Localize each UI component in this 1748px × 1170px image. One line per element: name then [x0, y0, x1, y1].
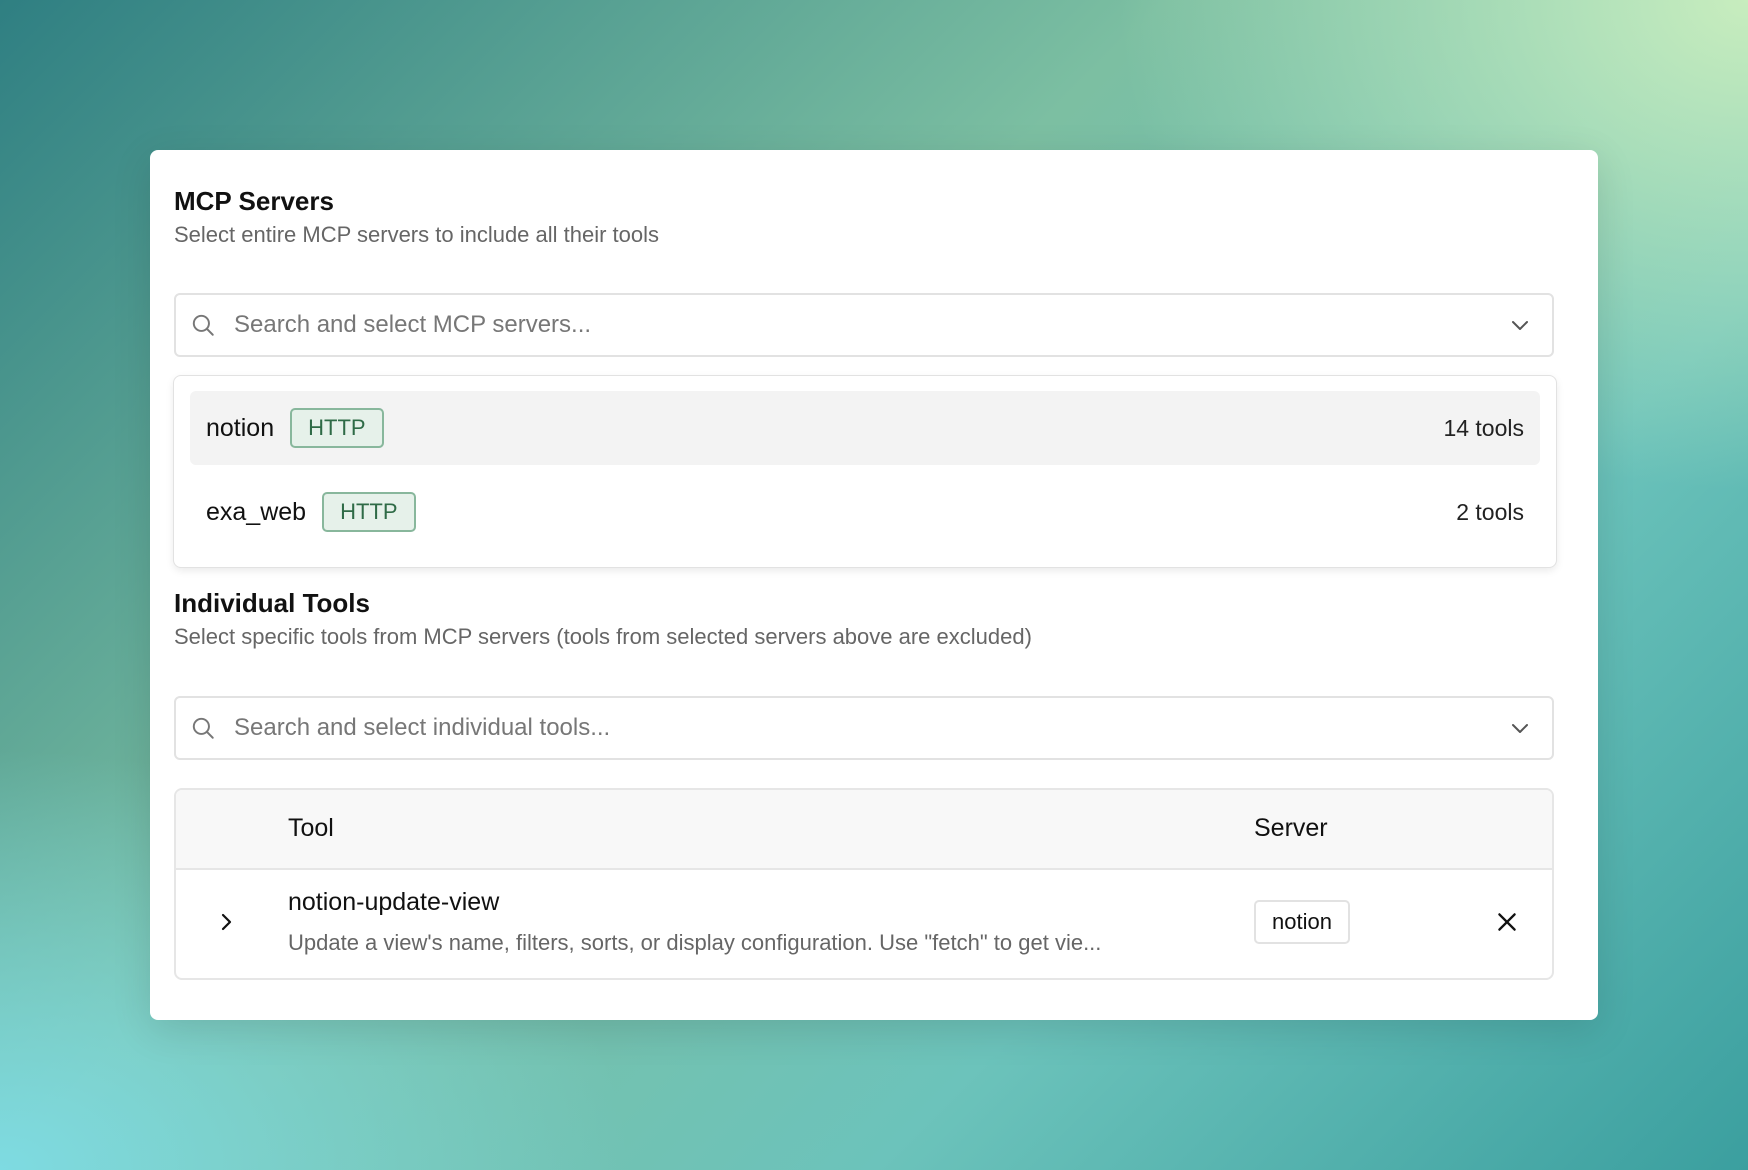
server-option-name: exa_web	[206, 497, 307, 526]
server-option-name: notion	[206, 413, 275, 442]
tool-count: 14 tools	[1443, 414, 1524, 441]
close-icon[interactable]	[1494, 909, 1520, 935]
column-header-tool: Tool	[288, 814, 334, 842]
mcp-servers-description: Select entire MCP servers to include all…	[174, 222, 660, 247]
search-icon	[192, 717, 214, 739]
mcp-servers-search-input[interactable]	[232, 310, 1508, 340]
tool-name: notion-update-view	[288, 888, 500, 916]
mcp-servers-combobox[interactable]	[174, 293, 1554, 357]
chevron-right-icon[interactable]	[214, 910, 238, 934]
tool-description: Update a view's name, filters, sorts, or…	[288, 930, 1102, 955]
table-header: Tool Server	[176, 790, 1552, 870]
individual-tools-combobox[interactable]	[174, 696, 1554, 760]
column-header-server: Server	[1254, 814, 1328, 842]
selected-tools-table: Tool Server notion-update-view Update a …	[174, 788, 1554, 980]
server-badge: notion	[1254, 900, 1350, 944]
individual-tools-search-input[interactable]	[232, 713, 1508, 743]
individual-tools-description: Select specific tools from MCP servers (…	[174, 624, 1032, 649]
individual-tools-title: Individual Tools	[174, 588, 370, 618]
chevron-down-icon[interactable]	[1508, 313, 1532, 337]
tool-selection-card: MCP Servers Select entire MCP servers to…	[150, 150, 1598, 1020]
mcp-servers-title: MCP Servers	[174, 186, 334, 216]
tool-count: 2 tools	[1456, 498, 1524, 525]
transport-badge: HTTP	[290, 408, 384, 448]
chevron-down-icon[interactable]	[1508, 716, 1532, 740]
server-option-notion[interactable]: notion HTTP 14 tools	[190, 391, 1540, 465]
transport-badge: HTTP	[322, 492, 416, 532]
table-row: notion-update-view Update a view's name,…	[176, 870, 1552, 978]
search-icon	[192, 314, 214, 336]
mcp-servers-dropdown: notion HTTP 14 tools exa_web HTTP 2 tool…	[173, 375, 1557, 568]
server-option-exa-web[interactable]: exa_web HTTP 2 tools	[190, 475, 1540, 549]
